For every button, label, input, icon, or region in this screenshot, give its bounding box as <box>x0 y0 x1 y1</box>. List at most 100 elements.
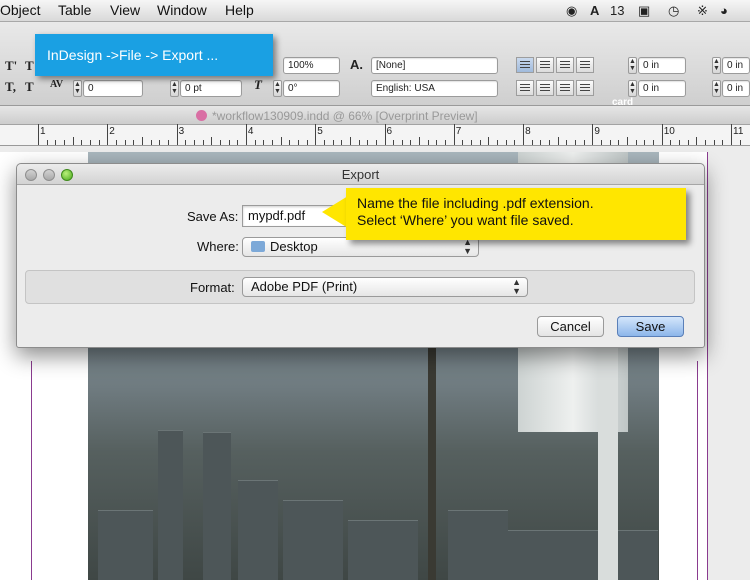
baseline-shift-field[interactable]: 0 pt <box>180 80 242 97</box>
ruler-tick <box>575 140 577 145</box>
justify-right-button[interactable] <box>556 80 574 96</box>
subscript-icon[interactable]: T, <box>5 79 16 95</box>
tracking-field[interactable]: 0 <box>83 80 143 97</box>
save-hint-callout: Name the file including .pdf extension. … <box>346 188 686 240</box>
ruler-tick <box>653 140 655 145</box>
format-section: Format: Adobe PDF (Print) ▲ ▼ <box>25 270 695 304</box>
time-machine-icon[interactable]: ◷ <box>668 3 679 19</box>
left-indent-field[interactable]: 0 in <box>638 57 686 74</box>
tracking-stepper[interactable]: ▲ ▼ <box>73 80 82 97</box>
save-as-label: Save As: <box>187 209 239 224</box>
cancel-button[interactable]: Cancel <box>537 316 604 337</box>
ruler-tick <box>497 140 499 145</box>
ruler-tick <box>687 140 689 145</box>
save-button[interactable]: Save <box>617 316 684 337</box>
ruler-tick <box>531 140 533 145</box>
baseline-stepper[interactable]: ▲ ▼ <box>170 80 179 97</box>
menu-object[interactable]: Object <box>0 2 40 18</box>
ruler-tick <box>410 140 412 145</box>
ruler-tick <box>609 140 611 145</box>
first-line-stepper[interactable]: ▲ ▼ <box>628 80 637 97</box>
menu-table[interactable]: Table <box>58 2 91 18</box>
ruler-tick <box>141 137 143 145</box>
ruler-tick <box>453 124 455 145</box>
ruler-tick <box>592 124 594 145</box>
ruler-tick <box>176 124 178 145</box>
strikethrough-icon[interactable]: T <box>25 79 34 95</box>
format-select[interactable]: Adobe PDF (Print) ▲ ▼ <box>242 277 528 297</box>
ruler-number: 7 <box>455 126 462 137</box>
ruler-tick <box>289 140 291 145</box>
document-tab[interactable]: *workflow130909.indd @ 66% [Overprint Pr… <box>0 106 750 125</box>
ruler-number: 2 <box>109 126 115 137</box>
ruler-tick <box>202 140 204 145</box>
horizontal-ruler[interactable]: 1 2 3 4 5 6 7 8 9 10 11 <box>0 124 750 146</box>
align-towards-spine-button[interactable] <box>576 57 594 73</box>
ruler-tick <box>731 124 732 145</box>
ruler-tick <box>280 137 282 145</box>
format-label: Format: <box>190 280 235 295</box>
status-menu-icon[interactable]: ◉ <box>566 3 577 19</box>
first-line-indent-field[interactable]: 0 in <box>638 80 686 97</box>
language-select[interactable]: English: USA <box>371 80 498 97</box>
menu-help[interactable]: Help <box>225 2 254 18</box>
wifi-icon[interactable]: ◕ <box>720 3 728 18</box>
ruler-tick <box>107 124 109 145</box>
justify-all-button[interactable] <box>576 80 594 96</box>
ruler-tick <box>349 137 351 145</box>
align-left-button[interactable] <box>516 57 534 73</box>
bluetooth-icon[interactable]: ※ <box>697 3 708 19</box>
format-value: Adobe PDF (Print) <box>251 279 358 294</box>
adobe-icon[interactable]: A <box>590 3 599 18</box>
scale-field[interactable]: 100% <box>283 57 340 74</box>
document-close-icon[interactable] <box>196 110 207 121</box>
status-count: 13 <box>610 3 625 18</box>
align-center-button[interactable] <box>536 57 554 73</box>
zoom-window-button[interactable] <box>61 169 73 181</box>
skew-field[interactable]: 0° <box>283 80 340 97</box>
ruler-number: 8 <box>525 126 531 137</box>
character-style-select[interactable]: [None] <box>371 57 498 74</box>
ruler-tick <box>254 140 256 145</box>
display-icon[interactable]: ▣ <box>638 3 650 19</box>
ruler-tick <box>167 140 169 145</box>
last-line-indent-field[interactable]: 0 in <box>722 80 750 97</box>
ruler-tick <box>471 140 473 145</box>
justify-left-button[interactable] <box>516 80 534 96</box>
align-right-button[interactable] <box>556 57 574 73</box>
ruler-number: 6 <box>386 126 393 137</box>
hint-line-1: Name the file including .pdf extension. <box>357 195 594 211</box>
ruler-tick <box>540 140 542 145</box>
all-caps-icon[interactable]: T <box>25 58 34 74</box>
skew-stepper[interactable]: ▲ ▼ <box>273 80 282 97</box>
menu-path-callout: InDesign ->File -> Export ... <box>35 34 273 76</box>
ruler-tick <box>124 140 126 145</box>
ruler-tick <box>722 140 724 145</box>
minimize-window-button[interactable] <box>43 169 55 181</box>
justify-center-button[interactable] <box>536 80 554 96</box>
left-indent-stepper[interactable]: ▲ ▼ <box>628 57 637 74</box>
ruler-tick <box>185 140 187 145</box>
ruler-tick <box>341 140 343 145</box>
ruler-tick <box>627 137 629 145</box>
ruler-tick <box>635 140 637 145</box>
ruler-tick <box>72 137 74 145</box>
menu-view[interactable]: View <box>110 2 140 18</box>
superscript-icon[interactable]: T' <box>5 58 17 74</box>
ruler-tick <box>601 140 603 145</box>
last-line-stepper[interactable]: ▲ ▼ <box>712 80 721 97</box>
close-window-button[interactable] <box>25 169 37 181</box>
right-indent-field[interactable]: 0 in <box>722 57 750 74</box>
ruler-tick <box>315 124 317 145</box>
where-label: Where: <box>197 239 239 254</box>
menu-window[interactable]: Window <box>157 2 207 18</box>
ruler-tick <box>237 140 239 145</box>
ruler-tick <box>63 140 65 145</box>
ruler-tick <box>46 140 48 145</box>
ruler-tick <box>393 140 395 145</box>
right-indent-stepper[interactable]: ▲ ▼ <box>712 57 721 74</box>
document-title: *workflow130909.indd @ 66% [Overprint Pr… <box>212 109 478 123</box>
dialog-title: Export <box>17 164 704 185</box>
ruler-tick <box>670 140 672 145</box>
where-select[interactable]: Desktop ▲ ▼ <box>242 237 479 257</box>
